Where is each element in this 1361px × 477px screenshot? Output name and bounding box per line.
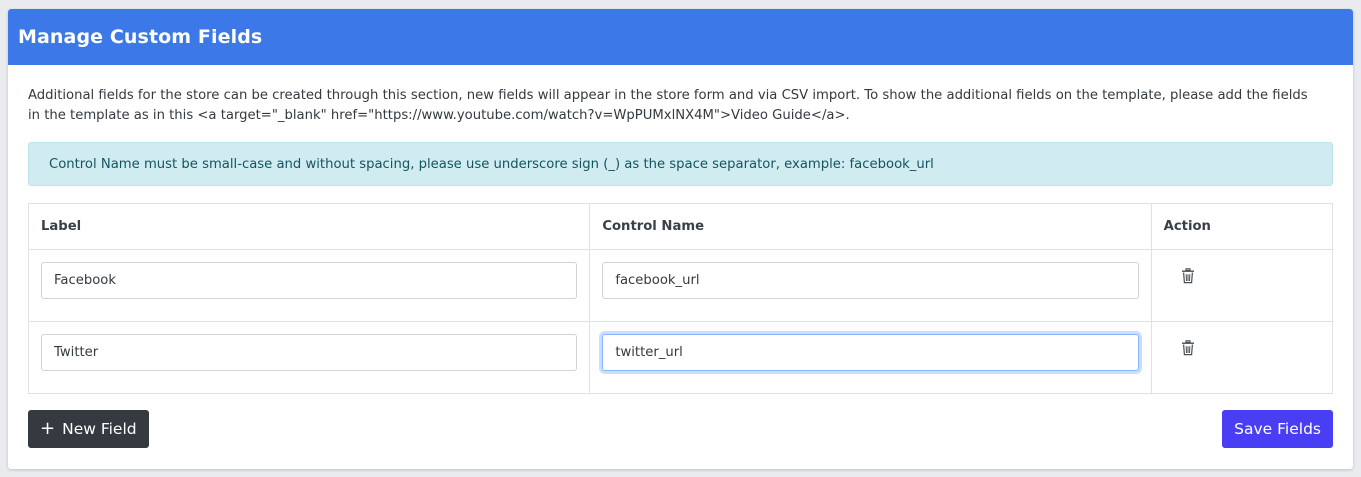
trash-icon[interactable]: [1181, 340, 1195, 356]
custom-fields-table: Label Control Name Action: [27, 203, 1334, 394]
card-footer: + New Field Save Fields: [28, 410, 1333, 448]
column-header-control-name: Control Name: [589, 203, 1152, 250]
label-input[interactable]: [41, 334, 578, 371]
control-name-input[interactable]: [602, 262, 1139, 299]
table-row: [27, 321, 1334, 394]
control-name-input[interactable]: [602, 334, 1139, 371]
info-alert-text: Control Name must be small-case and with…: [49, 156, 934, 172]
table-row: [27, 249, 1334, 322]
card-body: Additional fields for the store can be c…: [8, 86, 1353, 448]
new-field-label: New Field: [62, 420, 137, 438]
label-cell: [27, 249, 591, 322]
description-text: Additional fields for the store can be c…: [28, 88, 1308, 123]
action-cell: [1150, 249, 1334, 322]
control-name-cell: [589, 321, 1152, 394]
table-header-row: Label Control Name Action: [27, 203, 1334, 250]
label-input[interactable]: [41, 262, 578, 299]
control-name-cell: [589, 249, 1152, 322]
save-fields-button[interactable]: Save Fields: [1222, 410, 1333, 448]
plus-icon: +: [40, 418, 56, 439]
label-cell: [27, 321, 591, 394]
column-header-action: Action: [1150, 203, 1334, 250]
save-fields-label: Save Fields: [1234, 420, 1321, 438]
info-alert: Control Name must be small-case and with…: [28, 142, 1333, 186]
column-header-label: Label: [27, 203, 591, 250]
new-field-button[interactable]: + New Field: [28, 410, 149, 448]
card-header: Manage Custom Fields: [8, 9, 1353, 65]
action-cell: [1150, 321, 1334, 394]
custom-fields-card: Manage Custom Fields Additional fields f…: [8, 9, 1353, 469]
card-title: Manage Custom Fields: [18, 26, 263, 48]
trash-icon[interactable]: [1181, 268, 1195, 284]
